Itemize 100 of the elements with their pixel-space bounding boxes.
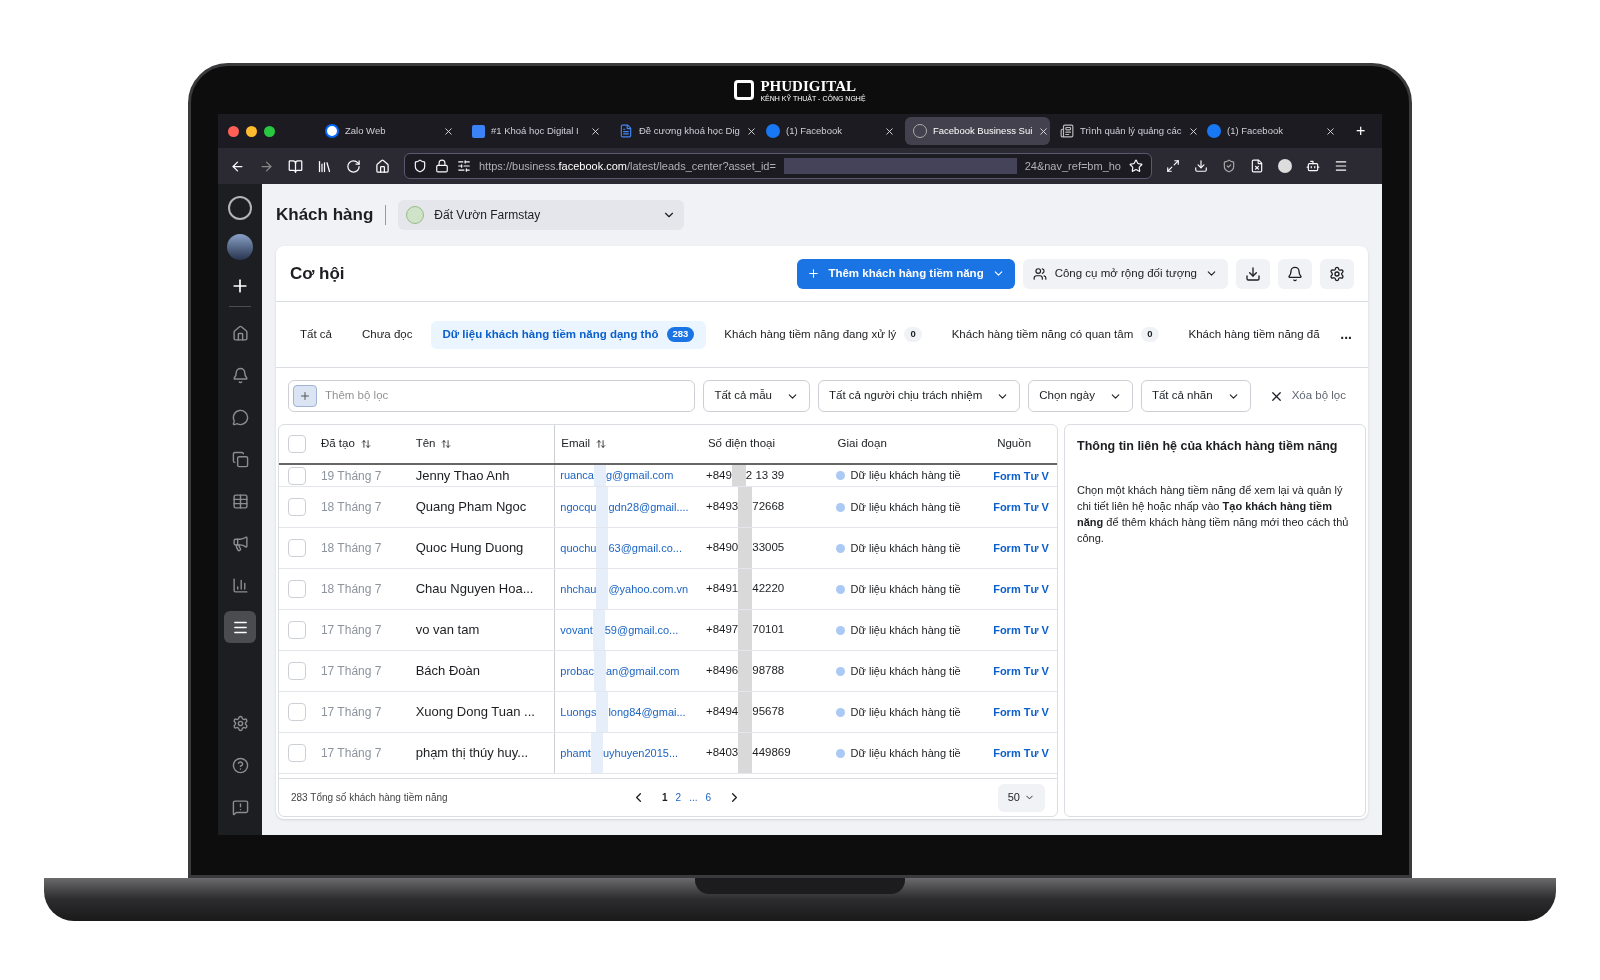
filter-input[interactable]: Thêm bộ lọc bbox=[325, 387, 691, 405]
close-icon[interactable] bbox=[590, 125, 601, 137]
home-icon[interactable] bbox=[375, 158, 390, 174]
table-row[interactable]: 18 Tháng 7 Quoc Hung Duong quochu 63@gmail.co... +8490 33005 Dữ liệu khách hàng tiề Form Tư V bbox=[279, 528, 1057, 569]
address-bar[interactable]: https://business.facebook.com/latest/leads_center?asset_id= 24&nav_ref=bm_ho bbox=[404, 153, 1152, 179]
close-icon[interactable] bbox=[1187, 125, 1199, 137]
tab[interactable]: Chưa đọc bbox=[349, 320, 425, 349]
table-row[interactable]: 18 Tháng 7 Chau Nguyen Hoa... nhchau @yahoo.com.vn +8491 42220 Dữ liệu khách hàng tiề Form Tư V bbox=[279, 569, 1057, 610]
browser-tab[interactable]: Đề cương khoá học Dig bbox=[611, 117, 756, 145]
browser-tab[interactable]: #1 Khoá học Digital I bbox=[464, 117, 609, 145]
download-icon[interactable] bbox=[1194, 159, 1208, 173]
avatar-icon[interactable] bbox=[227, 234, 253, 260]
source-link[interactable]: Form Tư V bbox=[993, 747, 1049, 759]
filter-dropdown[interactable]: Tất cả mẫu bbox=[703, 380, 810, 412]
download-button[interactable] bbox=[1236, 258, 1270, 289]
page-link[interactable]: ... bbox=[685, 790, 702, 805]
file-icon[interactable] bbox=[1250, 159, 1264, 173]
browser-tab[interactable]: (1) Facebook bbox=[758, 117, 903, 145]
bell-icon bbox=[1287, 265, 1303, 282]
shield-check-icon[interactable] bbox=[1222, 159, 1236, 173]
browser-tab[interactable]: Zalo Web bbox=[317, 117, 462, 145]
filter-field[interactable]: Thêm bộ lọc bbox=[288, 380, 696, 412]
reload-icon[interactable] bbox=[346, 158, 361, 174]
table-row[interactable]: 17 Tháng 7 Bách Đoàn probac an@gmail.com +8496 98788 Dữ liệu khách hàng tiề Form Tư V bbox=[279, 651, 1057, 692]
column-header[interactable]: Tên bbox=[409, 425, 555, 463]
close-window-icon[interactable] bbox=[228, 125, 239, 137]
add-lead-button[interactable]: Thêm khách hàng tiềm năng bbox=[797, 258, 1015, 289]
audience-tool-button[interactable]: Công cụ mở rộng đối tượng bbox=[1022, 258, 1228, 289]
megaphone-icon bbox=[231, 534, 249, 552]
robot-icon[interactable] bbox=[1306, 159, 1320, 173]
table-row[interactable]: 17 Tháng 7 phạm thị thúy huy... phamt uyhuyen2015... +8403 449869 Dữ liệu khách hàng tiề Form Tư V bbox=[279, 733, 1057, 774]
panel-title: Thông tin liên hệ của khách hàng tiềm năng bbox=[1077, 438, 1339, 455]
page-link[interactable]: 6 bbox=[701, 790, 716, 805]
clear-filters-button[interactable]: Xóa bộ lọc bbox=[1258, 380, 1356, 412]
source-link[interactable]: Form Tư V bbox=[993, 542, 1049, 554]
table-cell-text: 63@gmail.co... bbox=[608, 540, 682, 556]
tab[interactable]: Tất cả bbox=[288, 320, 344, 349]
source-link[interactable]: Form Tư V bbox=[993, 665, 1049, 677]
column-header[interactable]: Email bbox=[554, 425, 702, 463]
sidebar-icon[interactable] bbox=[288, 158, 303, 174]
notifications-button[interactable] bbox=[1278, 258, 1312, 289]
row-checkbox[interactable] bbox=[287, 703, 306, 721]
tab-title: #1 Khoá học Digital I bbox=[491, 123, 580, 138]
avatar-icon[interactable] bbox=[1278, 159, 1292, 173]
minimize-window-icon[interactable] bbox=[246, 125, 257, 137]
row-checkbox[interactable] bbox=[287, 580, 306, 598]
forward-icon[interactable] bbox=[259, 158, 274, 174]
table-cell-text: +8494 bbox=[705, 704, 739, 720]
settings-button[interactable] bbox=[1320, 258, 1354, 289]
row-checkbox[interactable] bbox=[287, 744, 306, 762]
filter-dropdown[interactable]: Tất cả nhãn bbox=[1140, 380, 1251, 412]
row-checkbox[interactable] bbox=[287, 539, 306, 557]
close-icon[interactable] bbox=[1038, 125, 1050, 137]
table-row[interactable]: 19 Tháng 7 Jenny Thao Anh ruanca g@gmail.com +849 2 13 39 Dữ liệu khách hàng tiề Form Tư V bbox=[279, 465, 1057, 487]
new-tab-button[interactable]: + bbox=[1356, 119, 1366, 143]
table-row[interactable]: 17 Tháng 7 Xuong Dong Tuan ... Luongs long84@gmai... +8494 95678 Dữ liệu khách hàng tiề Form Tư V bbox=[279, 692, 1057, 733]
close-icon[interactable] bbox=[443, 125, 454, 137]
filter-dropdown[interactable]: Tất cả người chịu trách nhiệm bbox=[817, 380, 1021, 412]
table-cell-text: +8496 bbox=[705, 663, 739, 679]
more-button[interactable]: ... bbox=[1336, 324, 1356, 345]
tab[interactable]: Khách hàng tiềm năng có quan tâm 0 bbox=[939, 320, 1171, 349]
select-all-checkbox[interactable] bbox=[287, 435, 306, 453]
menu-icon[interactable] bbox=[1334, 159, 1348, 173]
row-checkbox[interactable] bbox=[287, 466, 306, 485]
browser-tab[interactable]: Facebook Business Sui bbox=[905, 117, 1050, 145]
zoom-window-icon[interactable] bbox=[264, 125, 275, 137]
page-link[interactable]: 2 bbox=[671, 790, 686, 805]
browser-tab[interactable]: (1) Facebook bbox=[1199, 117, 1344, 145]
tab[interactable]: Dữ liệu khách hàng tiềm năng dạng thô 283 bbox=[430, 320, 707, 349]
sidebar-item[interactable] bbox=[224, 611, 256, 643]
page-link[interactable]: 1 bbox=[658, 790, 672, 805]
newspaper-icon bbox=[1060, 124, 1074, 138]
row-checkbox[interactable] bbox=[287, 498, 306, 516]
table-row[interactable]: 18 Tháng 7 Quang Pham Ngoc ngocqu gdn28@gmail.... +8493 72668 Dữ liệu khách hàng tiề Form Tư V bbox=[279, 487, 1057, 528]
source-link[interactable]: Form Tư V bbox=[993, 469, 1049, 482]
close-icon[interactable] bbox=[1325, 125, 1336, 137]
row-checkbox[interactable] bbox=[287, 662, 306, 680]
tab[interactable]: Khách hàng tiềm năng đang xử lý 0 bbox=[712, 320, 934, 349]
tab[interactable]: Khách hàng tiềm năng đã bbox=[1176, 320, 1331, 349]
row-checkbox[interactable] bbox=[287, 621, 306, 639]
expand-icon[interactable] bbox=[1166, 159, 1180, 173]
settings-icon bbox=[1329, 265, 1345, 282]
library-icon[interactable] bbox=[317, 158, 332, 174]
browser-tab[interactable]: Trình quản lý quảng các bbox=[1052, 117, 1197, 145]
tab-title: Đề cương khoá học Dig bbox=[639, 123, 740, 138]
pages-icon bbox=[231, 450, 249, 468]
account-selector[interactable]: Đất Vườn Farmstay bbox=[398, 200, 685, 230]
star-icon[interactable] bbox=[1129, 159, 1143, 173]
close-icon[interactable] bbox=[745, 125, 757, 137]
source-link[interactable]: Form Tư V bbox=[993, 583, 1049, 595]
filter-dropdown[interactable]: Chọn ngày bbox=[1028, 380, 1133, 412]
page-size-dropdown[interactable]: 50 bbox=[997, 783, 1045, 812]
source-link[interactable]: Form Tư V bbox=[993, 706, 1049, 718]
close-icon[interactable] bbox=[884, 125, 895, 137]
column-header[interactable]: Đã tạo bbox=[314, 425, 410, 463]
source-link[interactable]: Form Tư V bbox=[993, 501, 1049, 513]
table-cell-text: phamt bbox=[560, 745, 591, 761]
table-row[interactable]: 17 Tháng 7 vo van tam vovant 59@gmail.co... +8497 70101 Dữ liệu khách hàng tiề Form Tư V bbox=[279, 610, 1057, 651]
source-link[interactable]: Form Tư V bbox=[993, 624, 1049, 636]
back-icon[interactable] bbox=[230, 158, 245, 174]
